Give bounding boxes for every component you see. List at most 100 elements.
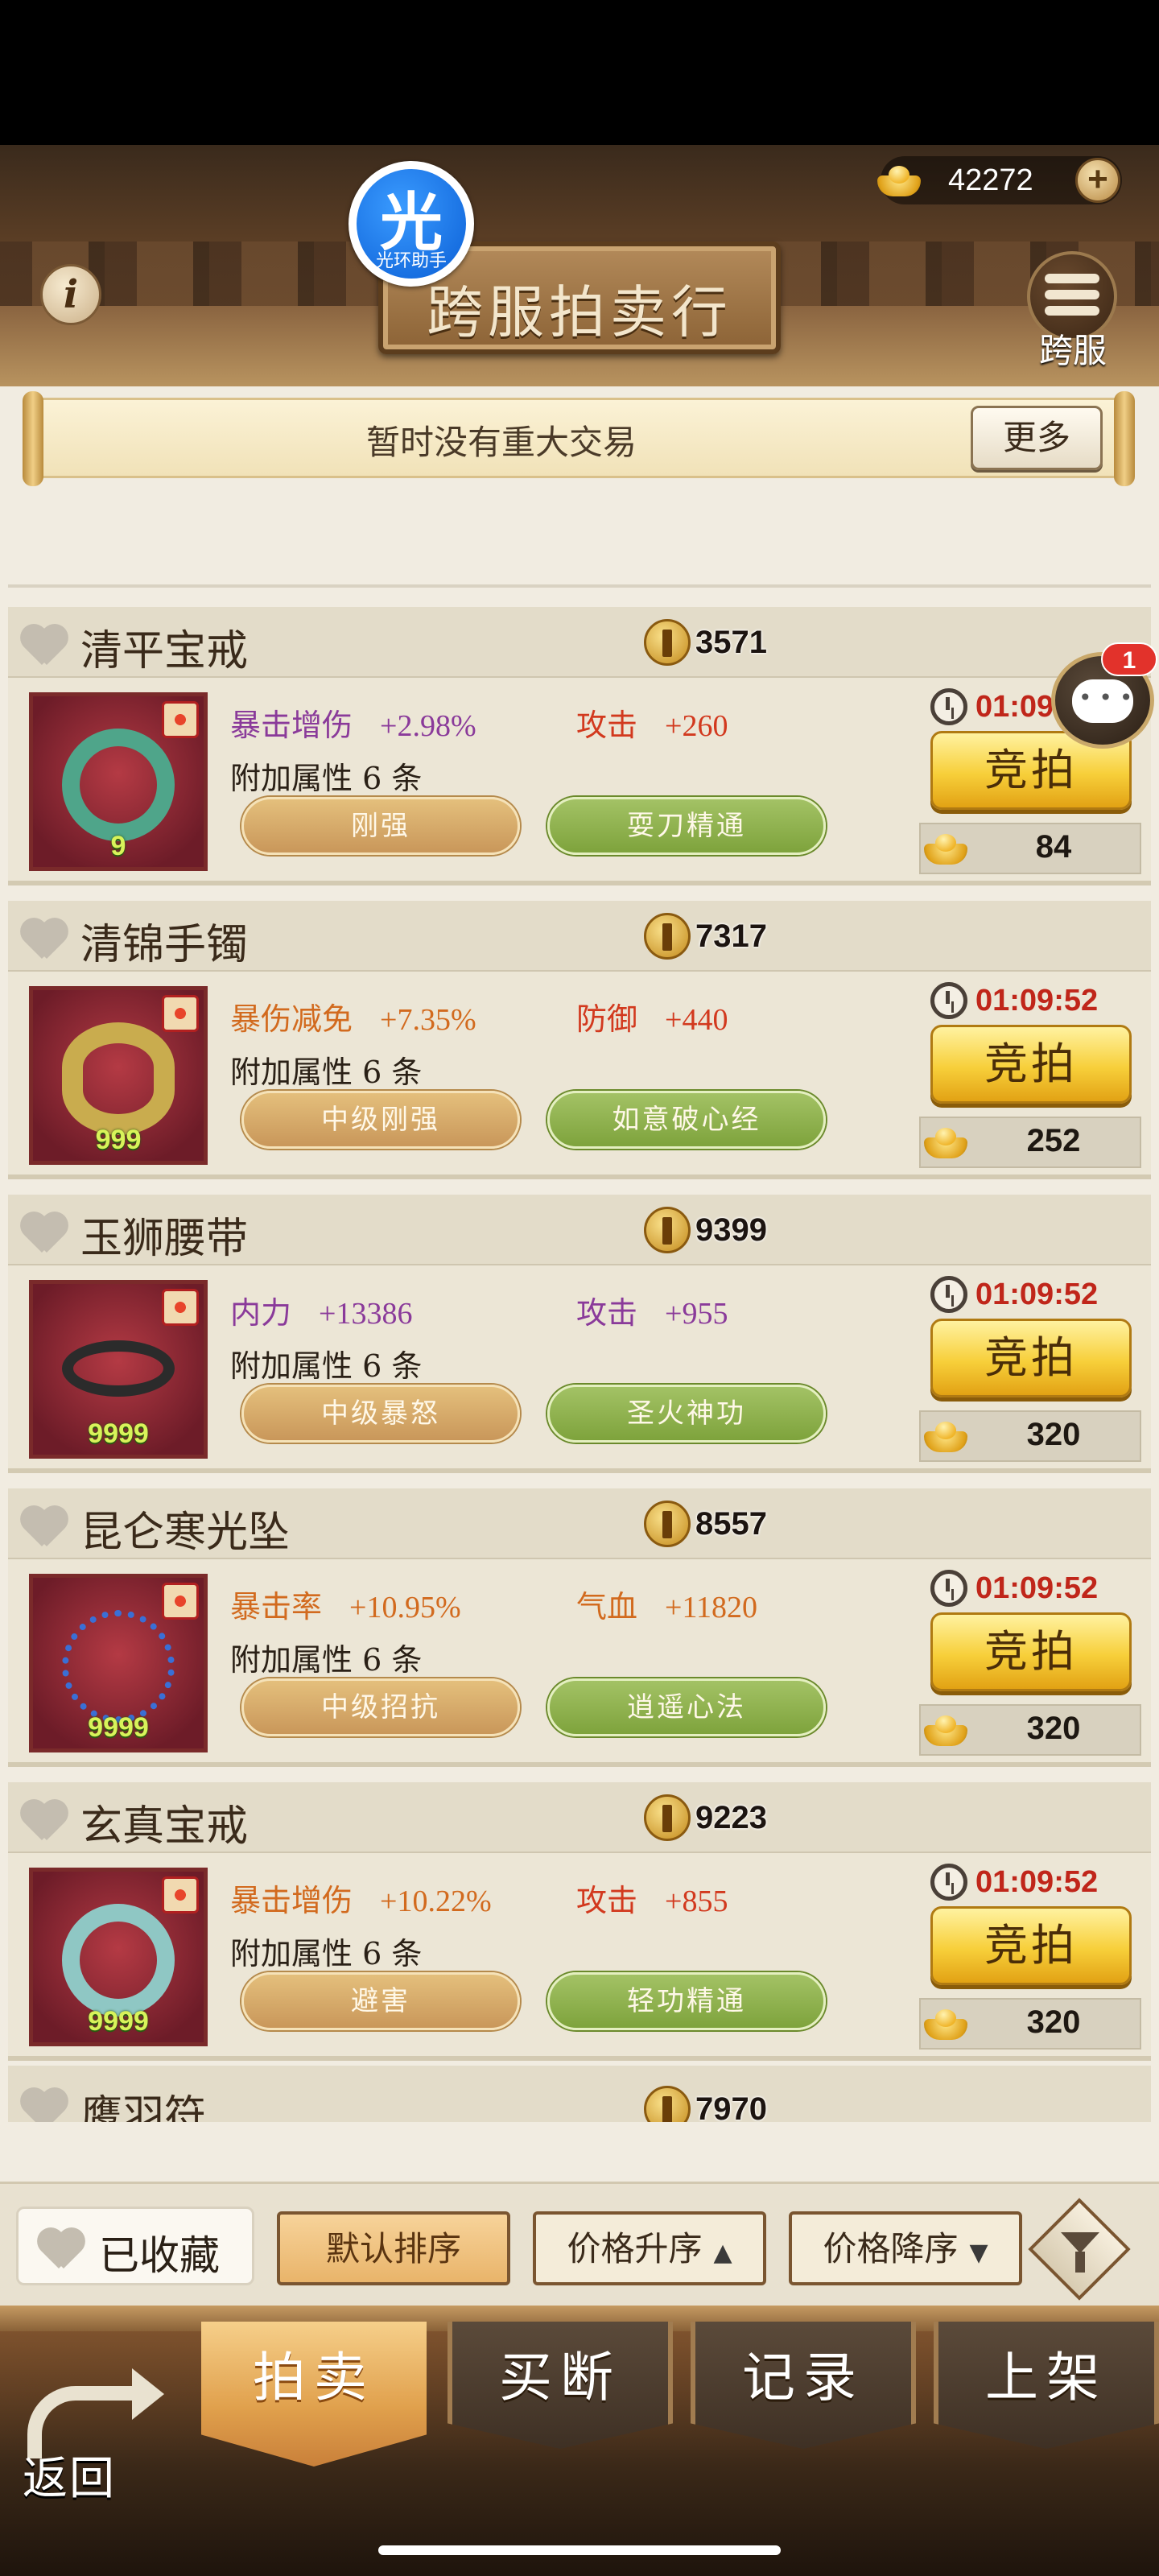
auction-item-card[interactable]: 玉狮腰带 9399 9999 内力 +13386 攻击 +955 附加属性 6 条 … xyxy=(8,1195,1151,1473)
power-icon xyxy=(644,913,691,960)
stat-primary: 暴击增伤 +10.22% xyxy=(230,1883,492,1918)
sort-price-asc-button[interactable]: 价格升序 ▲ xyxy=(533,2211,766,2285)
item-thumbnail[interactable]: 999 xyxy=(29,986,208,1165)
item-level: 9 xyxy=(110,831,126,861)
power-score: 7970 xyxy=(644,2085,767,2122)
belt-icon xyxy=(62,1340,175,1397)
item-thumbnail[interactable]: 9999 xyxy=(29,1868,208,2046)
auction-item-card-partial[interactable]: 鹰羽符 7970 xyxy=(8,2066,1151,2122)
gold-ingot-icon xyxy=(921,1712,971,1748)
bid-button[interactable]: 竞拍 xyxy=(930,1612,1132,1691)
tag-skill: 中级刚强 xyxy=(241,1091,520,1149)
heart-icon[interactable] xyxy=(19,920,69,959)
extra-attributes: 附加属性 6 条 xyxy=(230,1936,423,1971)
filter-button[interactable] xyxy=(1028,2198,1131,2301)
currency-value: 42272 xyxy=(948,163,1033,197)
price-box: 320 xyxy=(919,1998,1141,2050)
more-button[interactable]: 更多 xyxy=(971,406,1103,470)
heart-icon[interactable] xyxy=(19,2090,69,2122)
chat-button[interactable]: 1 xyxy=(1051,642,1157,749)
clock-icon xyxy=(930,688,967,725)
quality-badge-icon xyxy=(162,701,199,738)
sort-bar: 已收藏 默认排序 价格升序 ▲ 价格降序 ▼ xyxy=(0,2182,1159,2306)
tab-list-item[interactable]: 上架 xyxy=(934,2322,1159,2449)
power-score: 8557 xyxy=(644,1500,767,1548)
info-button[interactable]: i xyxy=(40,264,101,325)
bid-button[interactable]: 竞拍 xyxy=(930,1906,1132,1985)
overlay-app-badge[interactable]: 光 光环助手 xyxy=(349,161,474,287)
quality-badge-icon xyxy=(162,1583,199,1620)
countdown: 01:09:52 xyxy=(930,1566,1098,1611)
stat-secondary: 攻击 +955 xyxy=(576,1295,728,1331)
tag-martial: 轻功精通 xyxy=(547,1972,826,2030)
countdown: 01:09:52 xyxy=(930,1860,1098,1905)
ring-icon xyxy=(62,1904,175,2017)
extra-attributes: 附加属性 6 条 xyxy=(230,761,423,796)
countdown: 01:09:52 xyxy=(930,1272,1098,1317)
extra-attributes: 附加属性 6 条 xyxy=(230,1055,423,1090)
unread-badge: 1 xyxy=(1101,642,1157,676)
auction-item-card[interactable]: 玄真宝戒 9223 9999 暴击增伤 +10.22% 攻击 +855 附加属性 6… xyxy=(8,1782,1151,2061)
item-name: 玉狮腰带 xyxy=(80,1215,249,1263)
page-title: 跨服拍卖行 xyxy=(427,279,732,345)
clock-icon xyxy=(930,982,967,1019)
bracelet-icon xyxy=(62,1022,175,1135)
item-thumbnail[interactable]: 9999 xyxy=(29,1574,208,1752)
home-indicator[interactable] xyxy=(378,2545,781,2555)
heart-icon[interactable] xyxy=(19,1214,69,1253)
quality-badge-icon xyxy=(162,1289,199,1326)
heart-icon xyxy=(36,2230,86,2268)
auction-item-card[interactable]: 昆仑寒光坠 8557 9999 暴击率 +10.95% 气血 +11820 附加属性… xyxy=(8,1488,1151,1767)
back-button[interactable]: 返回 xyxy=(16,2381,153,2526)
stat-secondary: 攻击 +260 xyxy=(576,708,728,743)
power-score: 3571 xyxy=(644,618,767,667)
clock-icon xyxy=(930,1570,967,1607)
price-box: 320 xyxy=(919,1410,1141,1462)
item-thumbnail[interactable]: 9 xyxy=(29,692,208,871)
bid-button[interactable]: 竞拍 xyxy=(930,1319,1132,1397)
currency-display: 42272 + xyxy=(877,156,1122,204)
clock-icon xyxy=(930,1864,967,1901)
gold-ingot-icon xyxy=(874,163,924,198)
add-currency-button[interactable]: + xyxy=(1075,158,1120,203)
extra-attributes: 附加属性 6 条 xyxy=(230,1348,423,1384)
power-score: 9223 xyxy=(644,1794,767,1842)
heart-icon[interactable] xyxy=(19,1508,69,1546)
notice-message: 暂时没有重大交易 xyxy=(365,423,637,462)
favorites-button[interactable]: 已收藏 xyxy=(16,2207,254,2285)
item-name: 清锦手镯 xyxy=(80,921,249,969)
divider xyxy=(8,580,1151,588)
arrow-up-icon: ▲ xyxy=(713,2239,732,2267)
power-score: 7317 xyxy=(644,912,767,960)
heart-icon[interactable] xyxy=(19,626,69,665)
tag-skill: 中级招抗 xyxy=(241,1678,520,1736)
stat-secondary: 防御 +440 xyxy=(576,1001,728,1037)
ring-icon xyxy=(62,729,175,841)
necklace-icon xyxy=(62,1610,175,1723)
bid-button[interactable]: 竞拍 xyxy=(930,1025,1132,1104)
tag-martial: 圣火神功 xyxy=(547,1385,826,1443)
extra-attributes: 附加属性 6 条 xyxy=(230,1642,423,1678)
arrow-down-icon: ▼ xyxy=(969,2239,988,2267)
gold-ingot-icon xyxy=(921,1125,971,1160)
item-name: 昆仑寒光坠 xyxy=(80,1509,291,1557)
item-name: 清平宝戒 xyxy=(80,627,249,675)
tab-records[interactable]: 记录 xyxy=(691,2322,916,2449)
tab-auction[interactable]: 拍卖 xyxy=(201,2322,427,2467)
auction-item-card[interactable]: 清平宝戒 3571 9 暴击增伤 +2.98% 攻击 +260 附加属性 6 条 刚… xyxy=(8,607,1151,886)
filter-icon xyxy=(1061,2232,1099,2253)
sort-default-button[interactable]: 默认排序 xyxy=(277,2211,510,2285)
stat-secondary: 攻击 +855 xyxy=(576,1883,728,1918)
price-box: 252 xyxy=(919,1117,1141,1168)
cross-server-button[interactable]: 跨服 xyxy=(1021,251,1125,370)
bottom-navigation: 拍卖 买断 记录 上架 xyxy=(0,2306,1159,2576)
item-thumbnail[interactable]: 9999 xyxy=(29,1280,208,1459)
price-box: 320 xyxy=(919,1704,1141,1756)
stat-primary: 内力 +13386 xyxy=(230,1295,413,1331)
heart-icon[interactable] xyxy=(19,1802,69,1840)
tab-buyout[interactable]: 买断 xyxy=(448,2322,673,2449)
clock-icon xyxy=(930,1276,967,1313)
price-box: 84 xyxy=(919,823,1141,874)
auction-item-card[interactable]: 清锦手镯 7317 999 暴伤减免 +7.35% 防御 +440 附加属性 6 条… xyxy=(8,901,1151,1179)
sort-price-desc-button[interactable]: 价格降序 ▼ xyxy=(789,2211,1022,2285)
